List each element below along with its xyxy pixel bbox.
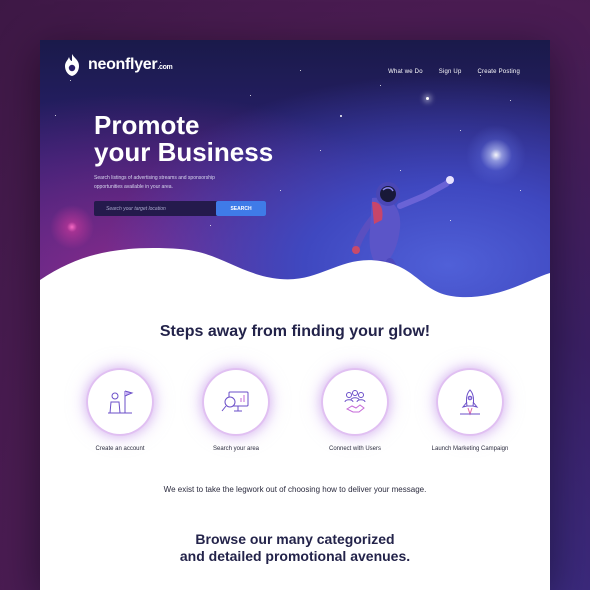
mission-statement: We exist to take the legwork out of choo… (163, 485, 427, 494)
rocket-icon (460, 389, 480, 416)
brand-name: neonflyer.com (88, 56, 173, 73)
search-button[interactable]: SEARCH (216, 201, 266, 216)
browse-heading: Browse our many categorized and detailed… (179, 531, 411, 564)
hero-subtext: Search listings of advertising streams a… (94, 175, 215, 190)
step-connect-users[interactable]: Connect with Users (295, 370, 415, 452)
step-badge (323, 370, 387, 434)
steps-title: Steps away from finding your glow! (159, 323, 431, 340)
magnify-chart-icon (221, 391, 249, 412)
nav-what-we-do[interactable]: What we Do (388, 69, 423, 75)
hero-section: neonflyer.com What we Do Sign Up Create … (40, 40, 550, 325)
person-flag-icon (108, 390, 134, 414)
step-create-account[interactable]: Create an account (60, 370, 180, 452)
top-nav: What we Do Sign Up Create Posting (388, 69, 520, 75)
brand-logo[interactable]: neonflyer.com (62, 53, 173, 77)
step-badge (88, 370, 152, 434)
landing-page: neonflyer.com What we Do Sign Up Create … (40, 40, 550, 590)
nav-create-posting[interactable]: Create Posting (478, 69, 521, 75)
step-launch-campaign[interactable]: Launch Marketing Campaign (410, 370, 530, 452)
flame-logo-icon (65, 54, 79, 76)
location-search-input[interactable] (94, 201, 216, 216)
step-label: Connect with Users (328, 446, 382, 452)
step-search-area[interactable]: Search your area (176, 370, 296, 452)
step-label: Create an account (95, 446, 145, 452)
group-handshake-icon (344, 390, 366, 413)
step-label: Launch Marketing Campaign (431, 446, 509, 452)
hero-wave-divider (40, 248, 550, 325)
location-search: SEARCH (94, 201, 266, 216)
step-badge (204, 370, 268, 434)
nav-sign-up[interactable]: Sign Up (439, 69, 462, 75)
hero-headline: Promote your Business (94, 110, 274, 167)
steps-list: Create an account Search your area Conne… (40, 370, 550, 460)
step-label: Search your area (212, 446, 260, 452)
step-badge (438, 370, 502, 434)
